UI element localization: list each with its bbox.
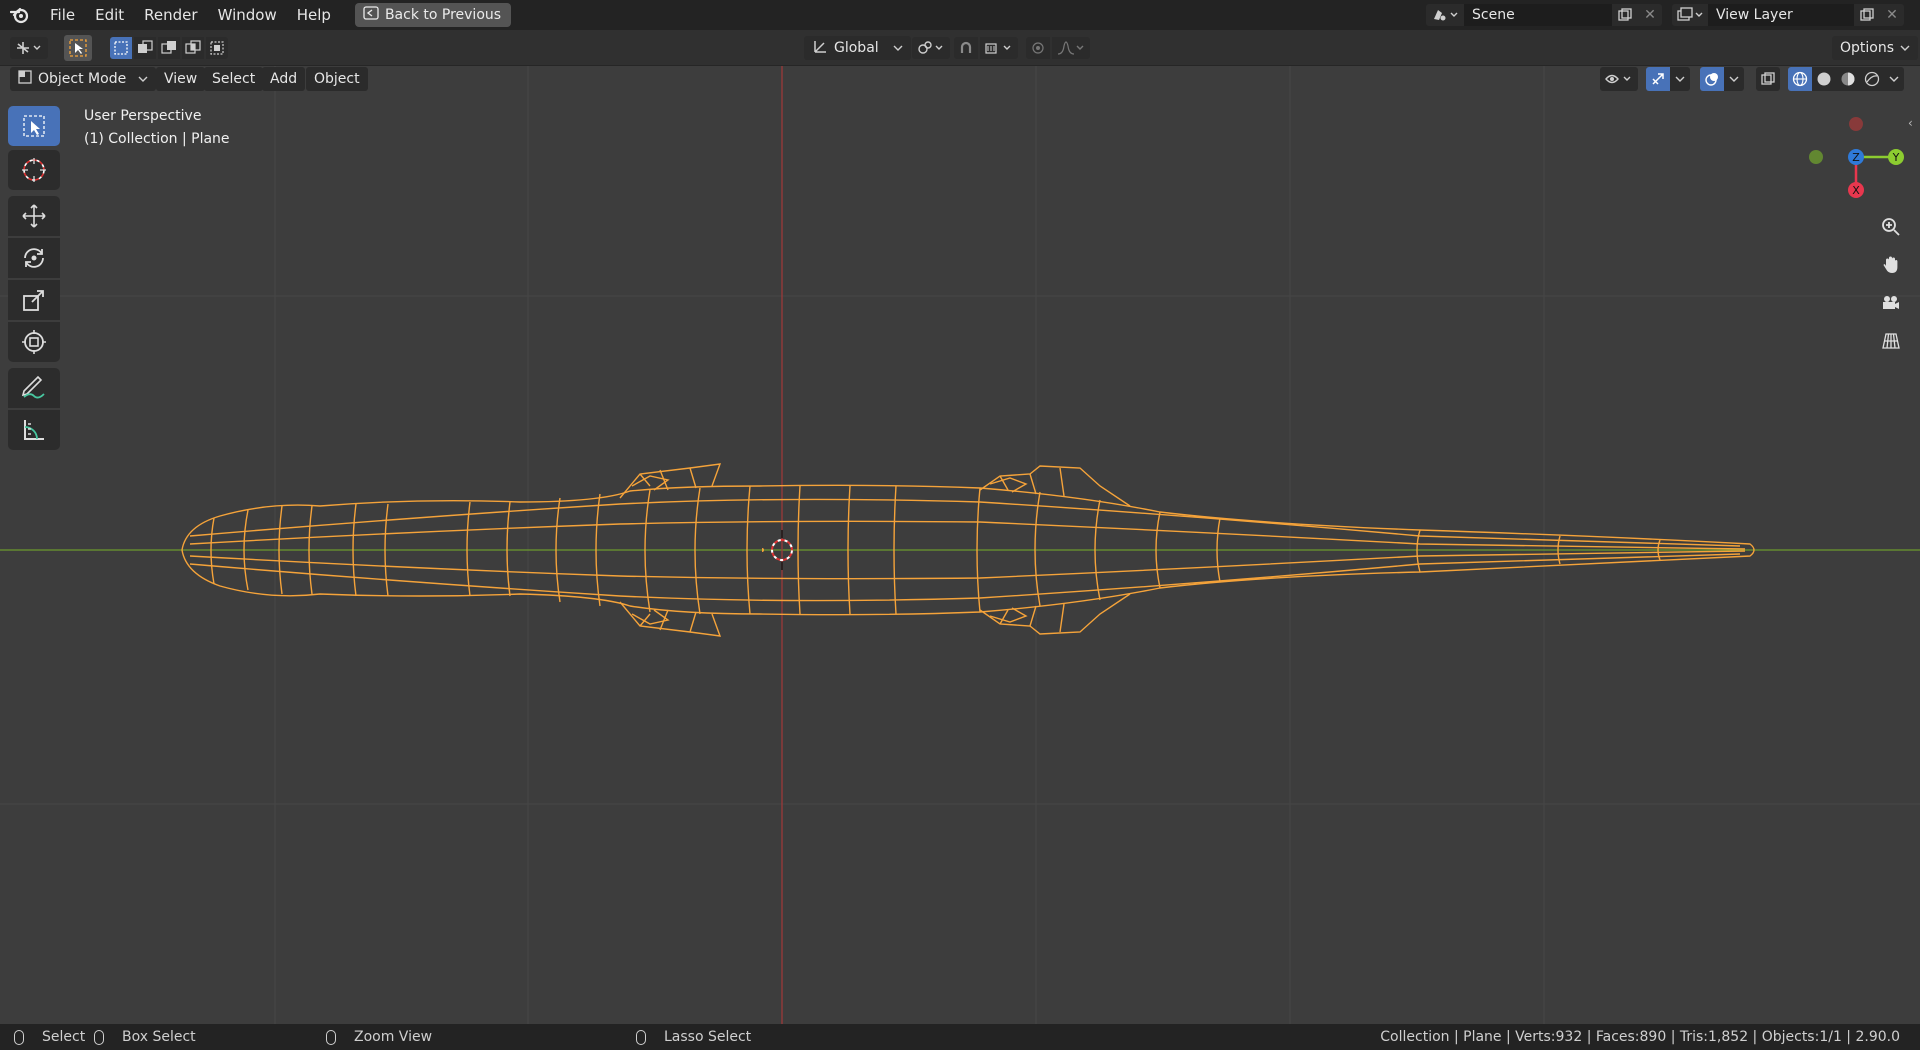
gizmo-toggle-icon[interactable] xyxy=(1646,67,1670,91)
object-mode-icon xyxy=(18,70,32,88)
menu-render[interactable]: Render xyxy=(134,0,207,30)
menu-edit[interactable]: Edit xyxy=(85,0,134,30)
mode-label: Object Mode xyxy=(38,71,127,87)
annotate-tool[interactable] xyxy=(8,368,60,408)
status-lasso-select: Lasso Select xyxy=(636,1029,751,1045)
view-layer-selector: View Layer ✕ xyxy=(1672,4,1904,26)
wireframe-shading-icon[interactable] xyxy=(1788,67,1812,91)
3d-viewport[interactable]: Z Y X ‹ xyxy=(0,66,1920,1024)
left-toolbar xyxy=(8,106,62,452)
object-menu[interactable]: Object xyxy=(306,67,368,91)
perspective-label: User Perspective xyxy=(84,108,202,124)
proportional-edit-icon[interactable] xyxy=(1026,37,1050,59)
sidebar-toggle-icon[interactable]: ‹ xyxy=(1908,116,1913,130)
scene-selector: Scene ✕ xyxy=(1426,4,1662,26)
transform-orientation-dropdown[interactable]: Global xyxy=(804,36,911,60)
mouse-right-drag-icon xyxy=(636,1029,646,1045)
new-view-layer-icon[interactable] xyxy=(1854,4,1880,26)
scale-tool[interactable] xyxy=(8,280,60,320)
pan-hand-icon[interactable] xyxy=(1874,248,1908,282)
move-tool[interactable] xyxy=(8,196,60,236)
solid-shading-icon[interactable] xyxy=(1812,67,1836,91)
cursor-tool[interactable] xyxy=(8,150,60,190)
collection-label: (1) Collection | Plane xyxy=(84,131,230,147)
3d-cursor-icon[interactable] xyxy=(762,522,802,572)
view-layer-name-field[interactable]: View Layer xyxy=(1708,4,1854,26)
viewport-header: Object Mode View Select Add Object xyxy=(0,66,1920,92)
set-new-selection-icon[interactable] xyxy=(110,37,132,59)
options-dropdown[interactable]: Options xyxy=(1832,36,1919,60)
mesh-wireframe xyxy=(181,463,1755,637)
select-menu[interactable]: Select xyxy=(204,67,264,91)
back-icon xyxy=(363,6,379,24)
selection-mode-group xyxy=(110,37,228,59)
zoom-icon[interactable] xyxy=(1874,210,1908,244)
status-select: Select xyxy=(14,1029,85,1045)
back-to-previous-label: Back to Previous xyxy=(384,7,502,23)
camera-view-icon[interactable] xyxy=(1874,286,1908,320)
gizmo-z-label: Z xyxy=(1852,151,1860,164)
intersect-selection-icon[interactable] xyxy=(206,37,228,59)
view-layer-icon[interactable] xyxy=(1672,4,1708,26)
status-bar: Select Box Select Zoom View Lasso Select… xyxy=(0,1024,1920,1050)
options-label: Options xyxy=(1840,40,1895,56)
back-to-previous-button[interactable]: Back to Previous xyxy=(354,3,512,27)
orientation-icon xyxy=(812,38,828,58)
rotate-tool[interactable] xyxy=(8,238,60,278)
overlays-dropdown-icon[interactable] xyxy=(1724,67,1744,91)
falloff-icon[interactable] xyxy=(1052,37,1090,59)
transform-orientation-label: Global xyxy=(834,40,879,56)
editor-type-icon[interactable] xyxy=(10,37,48,59)
tool-settings-bar: Global Options xyxy=(0,30,1920,66)
measure-tool[interactable] xyxy=(8,410,60,450)
mouse-drag-icon xyxy=(94,1029,104,1045)
menu-file[interactable]: File xyxy=(40,0,85,30)
chevron-down-icon xyxy=(1900,40,1910,56)
subtract-selection-icon[interactable] xyxy=(158,37,180,59)
status-zoom-view-label: Zoom View xyxy=(354,1029,433,1045)
snap-target-icon[interactable] xyxy=(980,37,1018,59)
new-scene-icon[interactable] xyxy=(1612,4,1638,26)
shading-dropdown-icon[interactable] xyxy=(1884,67,1904,91)
chevron-down-icon xyxy=(138,71,148,87)
material-shading-icon[interactable] xyxy=(1836,67,1860,91)
overlays-toggle-icon[interactable] xyxy=(1700,67,1724,91)
status-lasso-select-label: Lasso Select xyxy=(664,1029,752,1045)
status-box-select: Box Select xyxy=(94,1029,196,1045)
delete-view-layer-icon[interactable]: ✕ xyxy=(1880,4,1904,26)
extend-selection-icon[interactable] xyxy=(134,37,156,59)
delete-scene-icon[interactable]: ✕ xyxy=(1638,4,1662,26)
add-menu[interactable]: Add xyxy=(262,67,306,91)
status-select-label: Select xyxy=(42,1029,86,1045)
menu-window[interactable]: Window xyxy=(208,0,287,30)
scene-statistics: Collection | Plane | Verts:932 | Faces:8… xyxy=(1380,1029,1900,1045)
snap-toggle-icon[interactable] xyxy=(954,37,978,59)
blender-logo-icon[interactable] xyxy=(0,0,40,30)
perspective-toggle-icon[interactable] xyxy=(1874,324,1908,358)
mouse-middle-icon xyxy=(326,1029,336,1045)
gizmo-y-label: Y xyxy=(1892,151,1900,164)
view-menu[interactable]: View xyxy=(156,67,206,91)
select-box-tool[interactable] xyxy=(8,106,60,146)
scene-name-field[interactable]: Scene xyxy=(1464,4,1612,26)
select-tool-icon[interactable] xyxy=(64,35,92,61)
xray-toggle-icon[interactable] xyxy=(1756,67,1780,91)
rendered-shading-icon[interactable] xyxy=(1860,67,1884,91)
chevron-down-icon xyxy=(893,40,903,56)
mode-dropdown[interactable]: Object Mode xyxy=(10,67,157,91)
pivot-point-icon[interactable] xyxy=(912,37,950,59)
visibility-icon[interactable] xyxy=(1600,67,1638,91)
gizmo-dropdown-icon[interactable] xyxy=(1670,67,1690,91)
navigation-gizmo[interactable]: Z Y X xyxy=(1800,106,1920,216)
mouse-left-icon xyxy=(14,1029,24,1045)
status-box-select-label: Box Select xyxy=(122,1029,196,1045)
gizmo-x-label: X xyxy=(1852,184,1860,197)
transform-tool[interactable] xyxy=(8,322,60,362)
invert-selection-icon[interactable] xyxy=(182,37,204,59)
status-zoom-view: Zoom View xyxy=(326,1029,432,1045)
top-menu-bar: File Edit Render Window Help Back to Pre… xyxy=(0,0,1920,30)
menu-help[interactable]: Help xyxy=(287,0,341,30)
scene-icon[interactable] xyxy=(1426,4,1464,26)
